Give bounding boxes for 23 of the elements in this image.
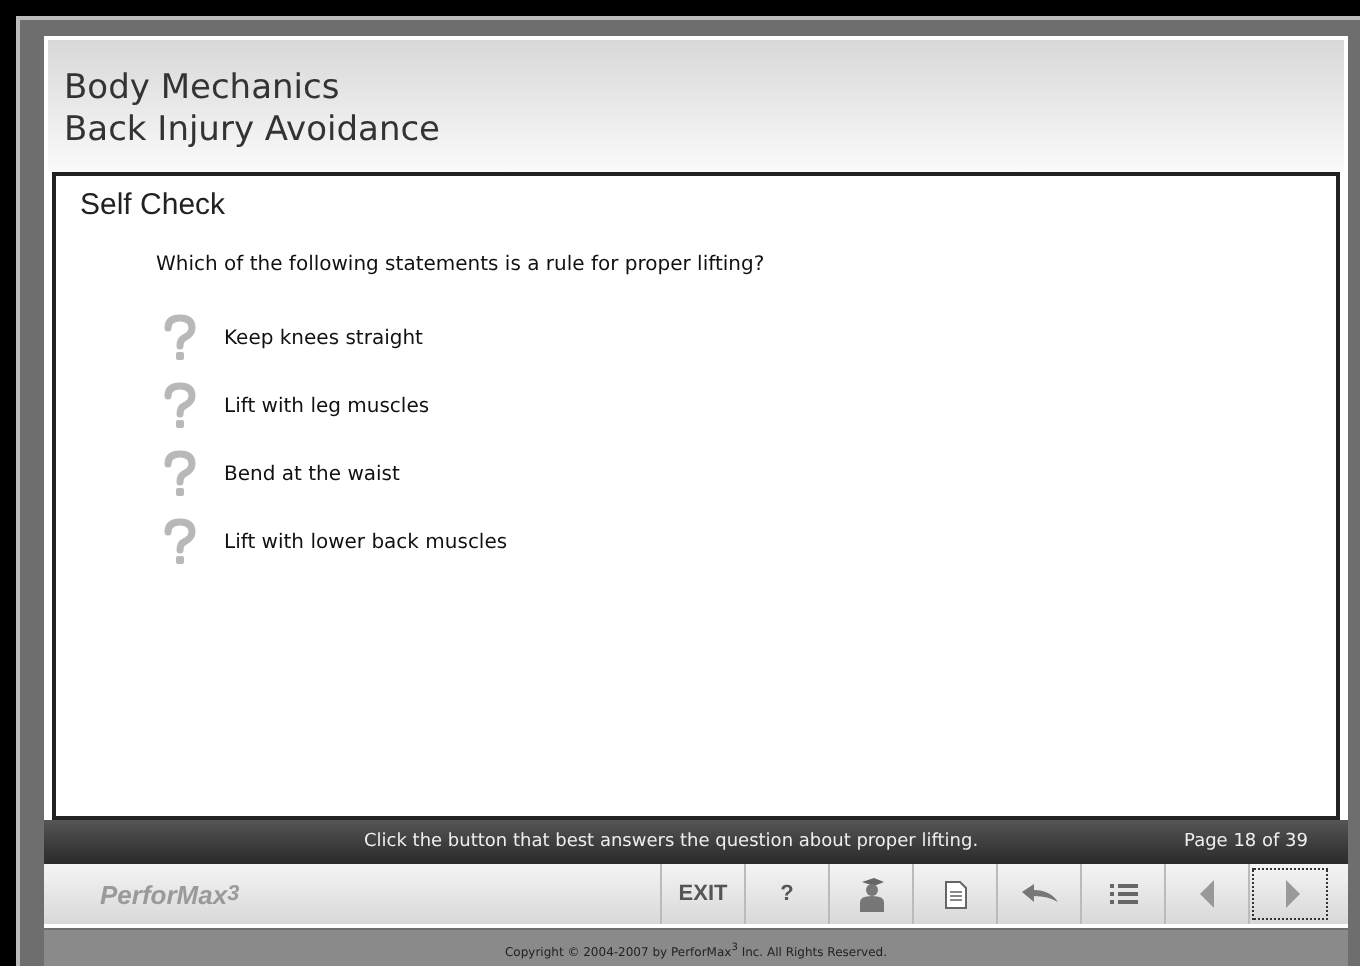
question-mark-icon (160, 450, 200, 498)
next-icon (1283, 880, 1299, 908)
page-counter: Page 18 of 39 (1184, 832, 1308, 852)
question-mark-icon (160, 314, 200, 362)
answer-option[interactable]: Lift with lower back muscles (224, 531, 508, 553)
course-title: Body Mechanics (64, 68, 342, 110)
next-button[interactable] (1248, 864, 1332, 924)
back-arrow-icon (1019, 882, 1059, 906)
answer-option[interactable]: Bend at the waist (224, 463, 400, 485)
section-heading: Self Check (80, 188, 228, 222)
previous-icon (1199, 880, 1215, 908)
graduate-icon (857, 876, 885, 912)
instruction-text: Click the button that best answers the question about proper lifting. (364, 832, 981, 852)
toolbar-button[interactable]: ? (744, 864, 828, 924)
answer-option[interactable]: Keep knees straight (224, 327, 423, 349)
question-text: Which of the following statements is a rule for proper lifting? (156, 254, 767, 276)
question-mark-icon (160, 382, 200, 430)
question-mark-icon (160, 518, 200, 566)
lesson-title: Back Injury Avoidance (64, 110, 443, 152)
answer-option[interactable]: Lift with leg muscles (224, 395, 430, 417)
list-icon (1107, 882, 1139, 906)
toolbar-button[interactable]: EXIT (660, 864, 744, 924)
document-icon (943, 879, 967, 909)
